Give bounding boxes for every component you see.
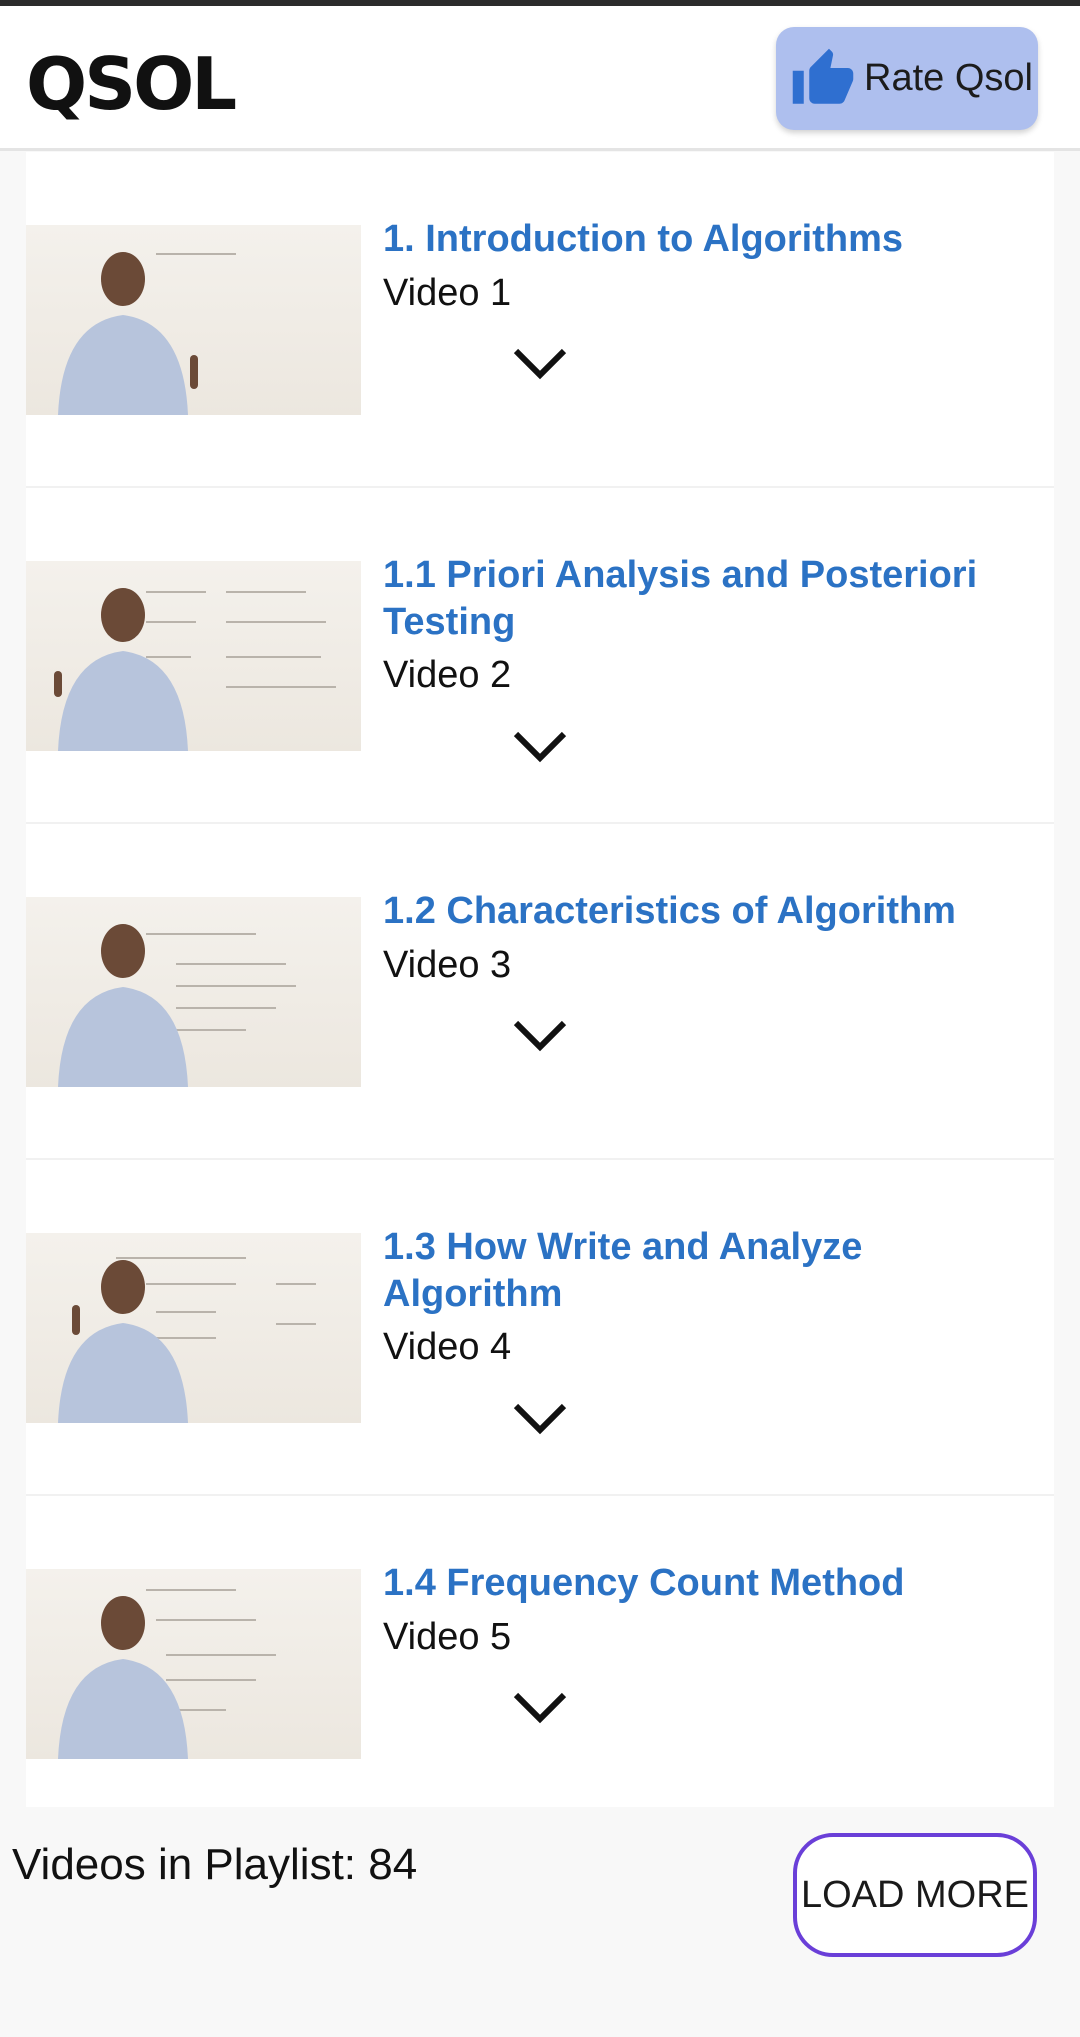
video-thumbnail[interactable]: [26, 561, 361, 751]
chevron-down-icon[interactable]: [510, 343, 570, 383]
qsol-logo: QSOL: [26, 42, 237, 126]
playlist-item[interactable]: 1.3 How Write and Analyze Algorithm Vide…: [26, 1160, 1054, 1496]
playlist-item[interactable]: 1.1 Priori Analysis and Posteriori Testi…: [26, 488, 1054, 824]
playlist-item[interactable]: 1.4 Frequency Count Method Video 5: [26, 1496, 1054, 1832]
chevron-down-icon[interactable]: [510, 1687, 570, 1727]
playlist-count: Videos in Playlist: 84: [12, 1840, 418, 1889]
load-more-button[interactable]: LOAD MORE: [793, 1833, 1037, 1957]
video-title[interactable]: 1.1 Priori Analysis and Posteriori Testi…: [383, 552, 1023, 646]
video-subtitle: Video 4: [383, 1326, 512, 1368]
rate-qsol-button[interactable]: Rate Qsol: [776, 27, 1038, 130]
presenter-image: [58, 924, 188, 1087]
thumbs-up-icon: [792, 48, 854, 104]
presenter-image: [58, 252, 198, 415]
playlist-list: 1. Introduction to Algorithms Video 1 1.…: [26, 152, 1054, 1807]
presenter-image: [54, 588, 188, 751]
rate-qsol-label: Rate Qsol: [864, 57, 1033, 99]
presenter-image: [58, 1260, 188, 1423]
video-thumbnail[interactable]: [26, 897, 361, 1087]
video-subtitle: Video 3: [383, 944, 512, 986]
presenter-image: [58, 1596, 188, 1759]
video-subtitle: Video 5: [383, 1616, 512, 1658]
video-thumbnail[interactable]: [26, 225, 361, 415]
video-subtitle: Video 1: [383, 272, 512, 314]
chevron-down-icon[interactable]: [510, 1398, 570, 1438]
video-subtitle: Video 2: [383, 654, 512, 696]
chevron-down-icon[interactable]: [510, 726, 570, 766]
video-title[interactable]: 1.2 Characteristics of Algorithm: [383, 888, 1023, 935]
playlist-item[interactable]: 1. Introduction to Algorithms Video 1: [26, 152, 1054, 488]
video-title[interactable]: 1.4 Frequency Count Method: [383, 1560, 1023, 1607]
video-thumbnail[interactable]: [26, 1233, 361, 1423]
video-title[interactable]: 1. Introduction to Algorithms: [383, 216, 1023, 263]
video-thumbnail[interactable]: [26, 1569, 361, 1759]
chevron-down-icon[interactable]: [510, 1015, 570, 1055]
video-title[interactable]: 1.3 How Write and Analyze Algorithm: [383, 1224, 1023, 1318]
app-header: QSOL Rate Qsol: [0, 6, 1080, 151]
playlist-item[interactable]: 1.2 Characteristics of Algorithm Video 3: [26, 824, 1054, 1160]
